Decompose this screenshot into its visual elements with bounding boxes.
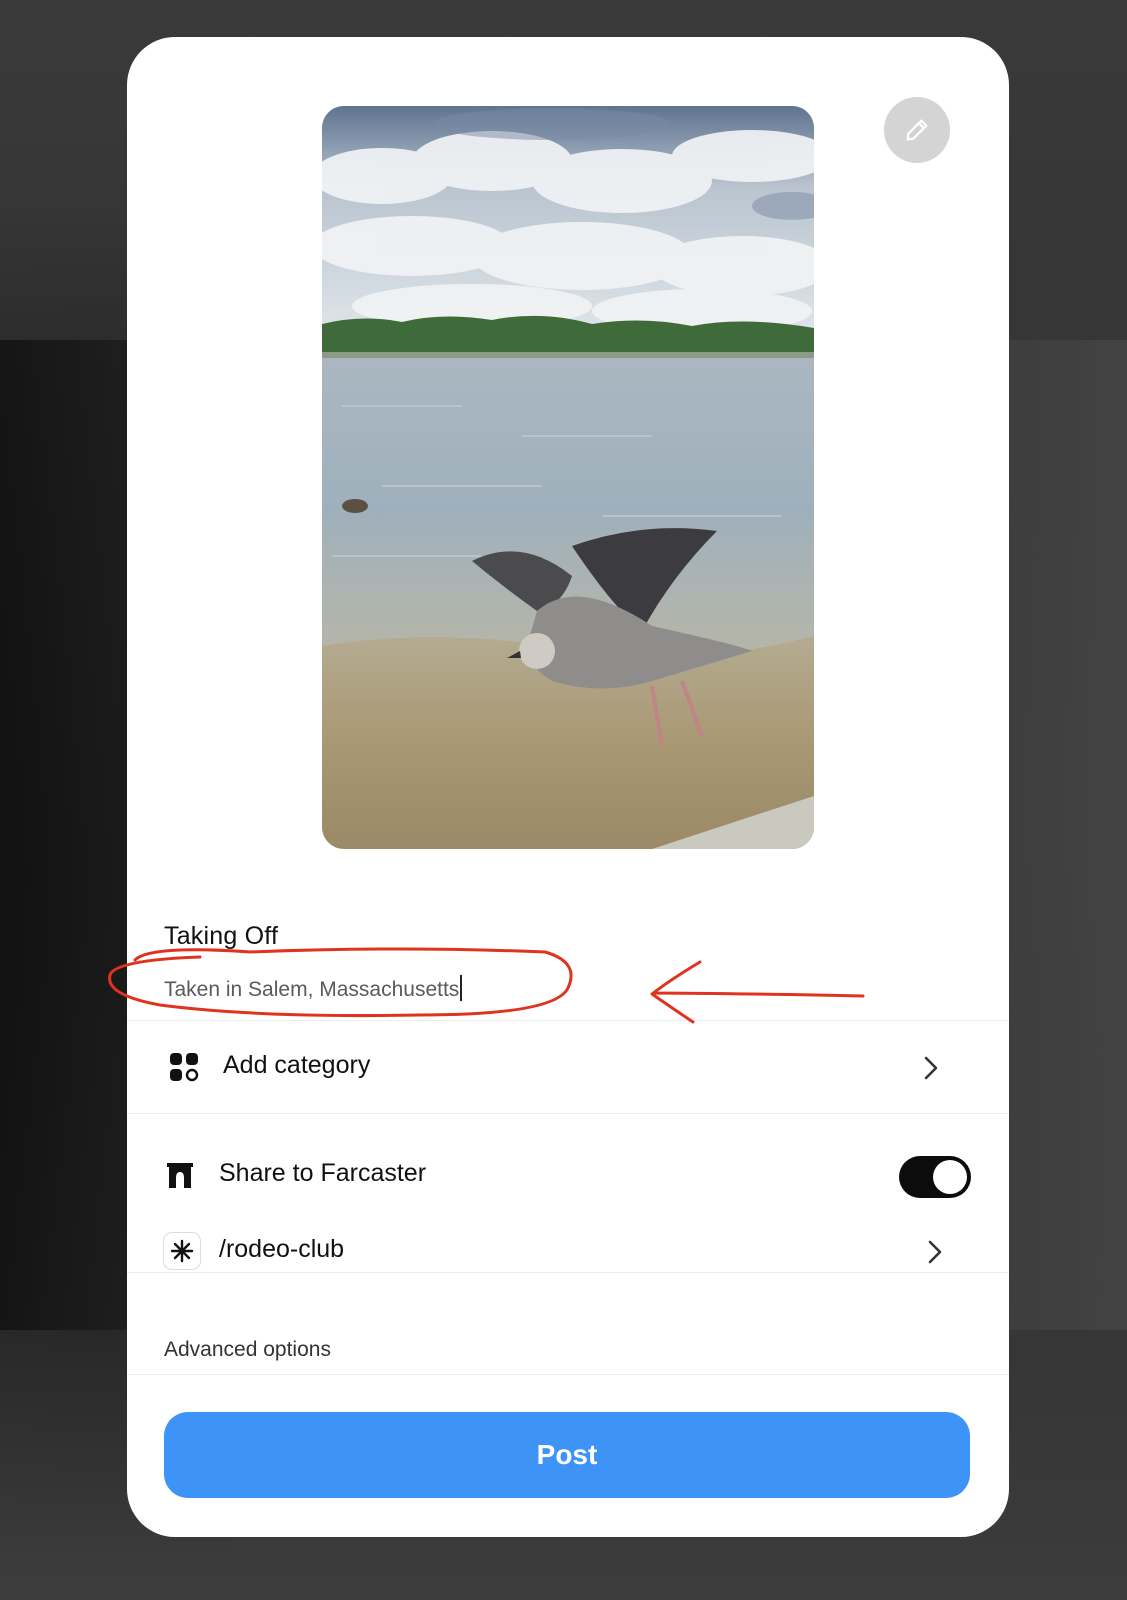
seagull-photo <box>322 106 814 849</box>
chevron-right-icon <box>924 1056 938 1080</box>
channel-avatar <box>163 1232 201 1270</box>
post-button[interactable]: Post <box>164 1412 970 1498</box>
share-farcaster-toggle[interactable] <box>899 1156 971 1198</box>
channel-asterisk-icon <box>170 1239 194 1263</box>
channel-row[interactable]: /rodeo-club <box>127 1217 1009 1283</box>
text-caret <box>460 975 462 1002</box>
divider <box>127 1374 1009 1375</box>
add-category-row[interactable]: Add category <box>127 1037 1009 1097</box>
edit-photo-button[interactable] <box>884 97 950 163</box>
category-grid-icon <box>170 1053 199 1082</box>
divider <box>127 1113 1009 1114</box>
description-text: Taken in Salem, Massachusetts <box>164 978 460 1001</box>
photo-preview <box>322 106 814 849</box>
chevron-right-icon <box>928 1240 942 1264</box>
pencil-icon <box>906 119 928 141</box>
share-farcaster-label: Share to Farcaster <box>219 1159 427 1187</box>
title-input[interactable]: Taking Off <box>164 922 278 951</box>
description-input[interactable]: Taken in Salem, Massachusetts <box>164 975 462 1004</box>
share-farcaster-row: Share to Farcaster <box>127 1147 1009 1207</box>
farcaster-arch-icon <box>167 1163 193 1188</box>
post-editor-modal: Taking Off Taken in Salem, Massachusetts… <box>127 37 1009 1537</box>
divider <box>127 1272 1009 1273</box>
divider <box>127 1020 1009 1021</box>
advanced-options-link[interactable]: Advanced options <box>164 1338 331 1362</box>
channel-label: /rodeo-club <box>219 1235 345 1263</box>
toggle-knob <box>933 1160 967 1194</box>
add-category-label: Add category <box>223 1051 371 1079</box>
